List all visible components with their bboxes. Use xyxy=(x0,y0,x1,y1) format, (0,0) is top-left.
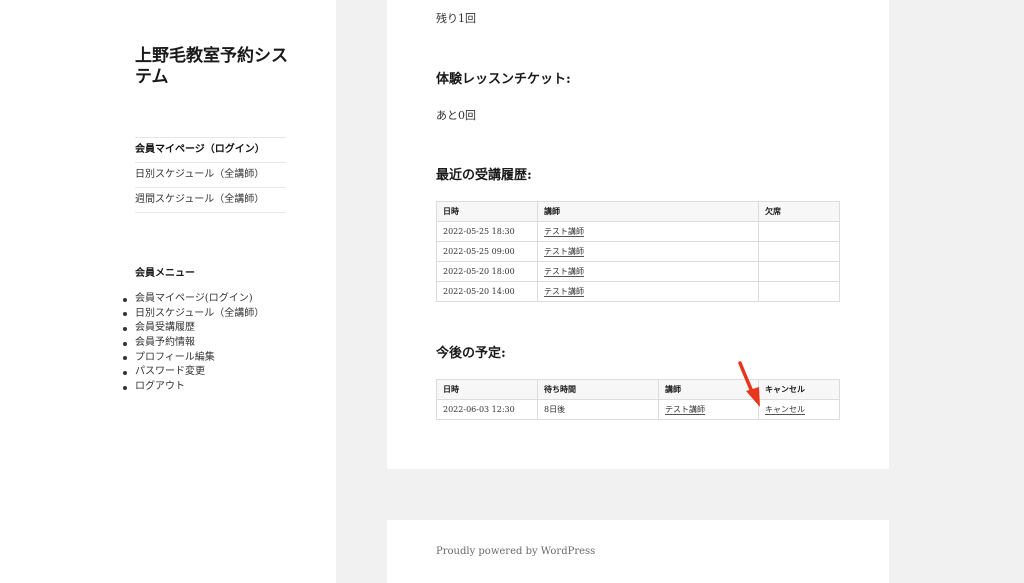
member-menu-link-history[interactable]: 会員受講履歴 xyxy=(135,322,195,333)
history-teacher-cell: テスト講師 xyxy=(537,261,759,282)
top-navigation: 会員マイページ（ログイン） 日別スケジュール（全講師） 週間スケジュール（全講師… xyxy=(135,137,286,213)
table-row: 2022-05-25 09:00 テスト講師 xyxy=(436,241,840,262)
member-menu-item: ログアウト xyxy=(123,380,264,395)
upcoming-datetime: 2022-06-03 12:30 xyxy=(436,399,538,420)
member-menu-link-daily-schedule[interactable]: 日別スケジュール（全講師） xyxy=(135,308,264,319)
site-title[interactable]: 上野毛教室予約システム xyxy=(135,46,295,88)
history-heading: 最近の受講履歴: xyxy=(436,168,532,183)
teacher-link[interactable]: テスト講師 xyxy=(544,267,584,277)
history-datetime: 2022-05-20 18:00 xyxy=(436,261,538,282)
column-header-cancel: キャンセル xyxy=(758,379,840,400)
history-absent xyxy=(758,261,840,282)
table-row: 2022-05-20 18:00 テスト講師 xyxy=(436,261,840,282)
cancel-link[interactable]: キャンセル xyxy=(765,405,805,415)
upcoming-wait: 8日後 xyxy=(537,399,659,420)
history-table: 日時 講師 欠席 2022-05-25 18:30 テスト講師 2022-05-… xyxy=(436,201,840,302)
powered-by-link[interactable]: Proudly powered by WordPress xyxy=(436,546,595,557)
upcoming-cancel-cell: キャンセル xyxy=(758,399,840,420)
table-row: 2022-05-25 18:30 テスト講師 xyxy=(436,221,840,242)
member-menu-link-reservations[interactable]: 会員予約情報 xyxy=(135,337,195,348)
member-menu-item: 会員マイページ(ログイン) xyxy=(123,292,264,307)
table-header-row: 日時 待ち時間 講師 キャンセル xyxy=(436,379,840,400)
teacher-link[interactable]: テスト講師 xyxy=(665,405,705,415)
member-menu-link-mypage[interactable]: 会員マイページ(ログイン) xyxy=(135,293,253,304)
column-header-datetime: 日時 xyxy=(436,379,538,400)
trial-ticket-heading: 体験レッスンチケット: xyxy=(436,72,571,87)
member-menu-link-password[interactable]: パスワード変更 xyxy=(135,366,205,377)
member-menu-item: プロフィール編集 xyxy=(123,351,264,366)
column-header-wait-time: 待ち時間 xyxy=(537,379,659,400)
remaining-count-text: 残り1回 xyxy=(436,12,476,25)
member-menu-link-logout[interactable]: ログアウト xyxy=(135,381,185,392)
teacher-link[interactable]: テスト講師 xyxy=(544,227,584,237)
nav-link-member-mypage[interactable]: 会員マイページ（ログイン） xyxy=(135,138,286,163)
history-teacher-cell: テスト講師 xyxy=(537,221,759,242)
history-datetime: 2022-05-20 14:00 xyxy=(436,281,538,302)
history-absent xyxy=(758,241,840,262)
nav-link-daily-schedule[interactable]: 日別スケジュール（全講師） xyxy=(135,163,286,188)
member-menu-item: 会員予約情報 xyxy=(123,336,264,351)
column-header-datetime: 日時 xyxy=(436,201,538,222)
member-menu-title: 会員メニュー xyxy=(135,268,195,279)
teacher-link[interactable]: テスト講師 xyxy=(544,287,584,297)
column-header-absent: 欠席 xyxy=(758,201,840,222)
upcoming-table: 日時 待ち時間 講師 キャンセル 2022-06-03 12:30 8日後 テス… xyxy=(436,379,840,420)
nav-link-weekly-schedule[interactable]: 週間スケジュール（全講師） xyxy=(135,188,286,213)
history-datetime: 2022-05-25 09:00 xyxy=(436,241,538,262)
member-menu-item: パスワード変更 xyxy=(123,365,264,380)
history-absent xyxy=(758,221,840,242)
history-teacher-cell: テスト講師 xyxy=(537,281,759,302)
annotation-arrow-icon xyxy=(738,361,760,407)
teacher-link[interactable]: テスト講師 xyxy=(544,247,584,257)
table-row: 2022-05-20 14:00 テスト講師 xyxy=(436,281,840,302)
column-header-teacher: 講師 xyxy=(537,201,759,222)
history-absent xyxy=(758,281,840,302)
member-menu-item: 会員受講履歴 xyxy=(123,321,264,336)
table-header-row: 日時 講師 欠席 xyxy=(436,201,840,222)
history-datetime: 2022-05-25 18:30 xyxy=(436,221,538,242)
member-menu-link-profile[interactable]: プロフィール編集 xyxy=(135,352,215,363)
upcoming-heading: 今後の予定: xyxy=(436,346,506,361)
history-teacher-cell: テスト講師 xyxy=(537,241,759,262)
member-menu-list: 会員マイページ(ログイン) 日別スケジュール（全講師） 会員受講履歴 会員予約情… xyxy=(123,292,264,395)
trial-ticket-count: あと0回 xyxy=(436,109,476,122)
member-menu-item: 日別スケジュール（全講師） xyxy=(123,307,264,322)
sidebar: 上野毛教室予約システム 会員マイページ（ログイン） 日別スケジュール（全講師） … xyxy=(0,0,336,583)
table-row: 2022-06-03 12:30 8日後 テスト講師 キャンセル xyxy=(436,399,840,420)
